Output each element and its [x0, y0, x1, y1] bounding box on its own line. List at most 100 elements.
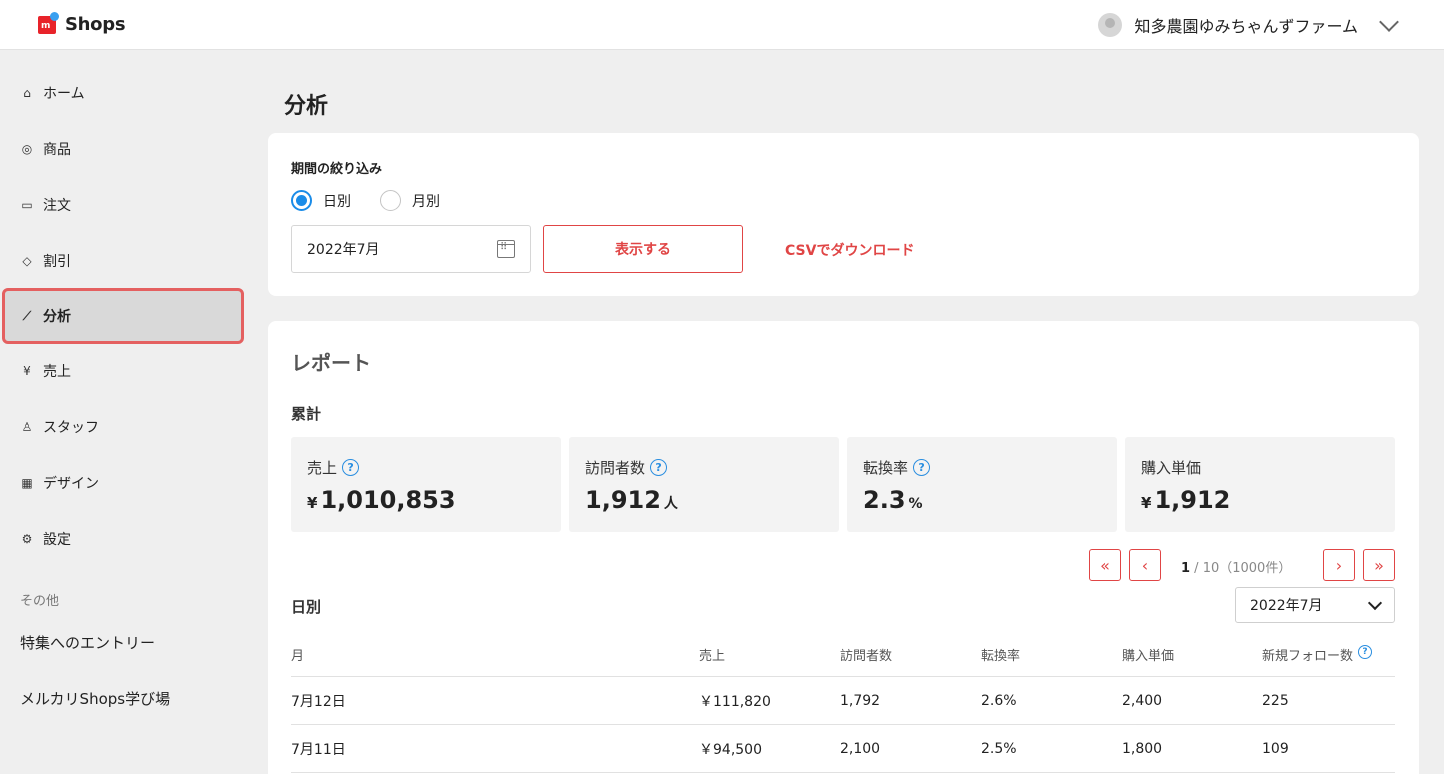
sidebar-item-settings[interactable]: ⚙ 設定	[0, 511, 245, 567]
table-cell: 1,792	[840, 692, 881, 709]
table-cell: 7月12日	[291, 693, 346, 710]
shops-logo[interactable]: m Shops	[38, 12, 126, 36]
help-icon[interactable]: ?	[913, 459, 931, 476]
daily-label: 日別	[291, 598, 322, 616]
page-info: 1 / 10（1000件）	[1181, 557, 1291, 576]
stat-label: 売上	[307, 459, 338, 477]
unit-suffix: 人	[663, 496, 678, 512]
yen-prefix: ¥	[1141, 494, 1152, 512]
sidebar-item-label: ホーム	[43, 86, 85, 102]
report-title: レポート	[291, 351, 371, 375]
sidebar-item-label: 設定	[43, 532, 71, 548]
chart-icon: ⟋	[22, 308, 32, 323]
sidebar-item-home[interactable]: ⌂ ホーム	[0, 65, 245, 121]
camera-icon: ◎	[21, 142, 33, 156]
top-header: m Shops 知多農園ゆみちゃんずファーム	[0, 0, 1444, 50]
logo-text: Shops	[65, 13, 126, 35]
next-page-button[interactable]: ›	[1323, 549, 1355, 581]
yen-icon: ¥	[23, 364, 31, 378]
page-title: 分析	[284, 94, 329, 119]
yen-prefix: ¥	[307, 494, 318, 512]
stat-conversion: 転換率 ? 2.3 %	[847, 437, 1117, 532]
mercari-logo-icon: m	[38, 12, 60, 36]
calendar-icon[interactable]	[497, 240, 515, 258]
page-total: / 10（1000件）	[1190, 561, 1292, 576]
column-header: 購入単価	[1122, 649, 1175, 664]
last-page-button[interactable]: »	[1363, 549, 1395, 581]
box-icon: ▭	[21, 198, 33, 212]
column-header: 売上	[699, 649, 726, 664]
period-radio-group: 日別 月別	[291, 190, 469, 211]
stat-avg-price: 購入単価 ¥ 1,912	[1125, 437, 1395, 532]
sidebar-item-sales[interactable]: ¥ 売上	[0, 343, 245, 399]
table-cell: ￥94,500	[699, 741, 762, 758]
column-header: 転換率	[981, 649, 1021, 664]
table-cell: 2,400	[1122, 692, 1163, 709]
stat-value: 1,912	[585, 486, 661, 514]
chevron-down-icon	[1367, 595, 1383, 610]
report-card: レポート 累計 売上 ? ¥ 1,010,853 訪問者数 ? 1,912 人 …	[268, 321, 1419, 774]
tag-icon: ◇	[22, 254, 32, 268]
column-header: 訪問者数	[840, 649, 893, 664]
table-cell: 2.6%	[981, 692, 1017, 709]
stat-visitors: 訪問者数 ? 1,912 人	[569, 437, 839, 532]
table-row: 7月12日 ￥111,820 1,792 2.6% 2,400 225	[291, 677, 1395, 725]
person-icon: ♙	[21, 420, 33, 434]
radio-monthly[interactable]	[380, 190, 401, 211]
table-cell: ￥111,820	[699, 693, 771, 710]
sidebar-item-label: 商品	[43, 142, 71, 158]
stat-value: 1,912	[1154, 486, 1231, 514]
table-cell: 109	[1262, 740, 1289, 757]
chevron-down-icon[interactable]	[1379, 12, 1399, 32]
help-icon[interactable]: ?	[650, 459, 668, 476]
stat-value: 1,010,853	[320, 486, 456, 514]
sidebar-item-label: 売上	[43, 364, 71, 380]
store-icon: ▦	[21, 476, 33, 490]
sidebar-item-discounts[interactable]: ◇ 割引	[0, 233, 245, 289]
sidebar-item-label: 注文	[43, 198, 71, 214]
table-cell: 225	[1262, 692, 1289, 709]
sidebar-item-design[interactable]: ▦ デザイン	[0, 455, 245, 511]
current-page: 1	[1181, 561, 1191, 576]
sidebar-item-label: 割引	[43, 254, 71, 270]
date-value: 2022年7月	[307, 242, 380, 258]
stat-label: 購入単価	[1141, 459, 1202, 477]
shop-name: 知多農園ゆみちゃんずファーム	[1134, 17, 1358, 36]
filter-card: 期間の絞り込み 日別 月別 2022年7月 表示する CSVでダウンロード	[268, 133, 1419, 296]
first-page-button[interactable]: «	[1089, 549, 1121, 581]
stat-label: 転換率	[863, 459, 909, 477]
table-cell: 7月11日	[291, 741, 346, 758]
sidebar-item-label: スタッフ	[43, 420, 99, 436]
sidebar-link-feature-entry[interactable]: 特集へのエントリー	[20, 632, 155, 653]
sidebar-item-analytics[interactable]: ⟋ 分析	[2, 288, 244, 344]
sidebar-item-products[interactable]: ◎ 商品	[0, 121, 245, 177]
column-header-follows: 新規フォロー数 ?	[1262, 643, 1373, 676]
sidebar-item-orders[interactable]: ▭ 注文	[0, 177, 245, 233]
gear-icon: ⚙	[21, 532, 33, 546]
radio-monthly-label[interactable]: 月別	[412, 191, 440, 211]
account-menu[interactable]: 知多農園ゆみちゃんずファーム	[1098, 12, 1406, 38]
sidebar-section-other: その他	[20, 594, 60, 609]
radio-daily-label[interactable]: 日別	[323, 191, 351, 211]
stat-value: 2.3	[863, 486, 906, 514]
avatar	[1098, 13, 1123, 37]
show-button[interactable]: 表示する	[543, 225, 743, 273]
table-row: 7月11日 ￥94,500 2,100 2.5% 1,800 109	[291, 725, 1395, 773]
sidebar-link-learning[interactable]: メルカリShops学び場	[20, 688, 170, 709]
sidebar-item-staff[interactable]: ♙ スタッフ	[0, 399, 245, 455]
help-icon[interactable]: ?	[1358, 645, 1373, 659]
month-select-value: 2022年7月	[1250, 598, 1323, 614]
prev-page-button[interactable]: ‹	[1129, 549, 1161, 581]
help-icon[interactable]: ?	[342, 459, 360, 476]
table-cell: 1,800	[1122, 740, 1163, 757]
csv-download-link[interactable]: CSVでダウンロード	[785, 240, 914, 260]
month-select[interactable]: 2022年7月	[1235, 587, 1395, 623]
radio-daily[interactable]	[291, 190, 312, 211]
stat-sales: 売上 ? ¥ 1,010,853	[291, 437, 561, 532]
sidebar-item-label: 分析	[43, 309, 71, 325]
date-picker-input[interactable]: 2022年7月	[291, 225, 531, 273]
cumulative-label: 累計	[291, 405, 322, 423]
table-cell: 2.5%	[981, 740, 1017, 757]
sidebar: ⌂ ホーム ◎ 商品 ▭ 注文 ◇ 割引 ⟋ 分析 ¥ 売上 ♙ スタッフ ▦ …	[0, 50, 250, 774]
column-header: 月	[291, 649, 305, 664]
